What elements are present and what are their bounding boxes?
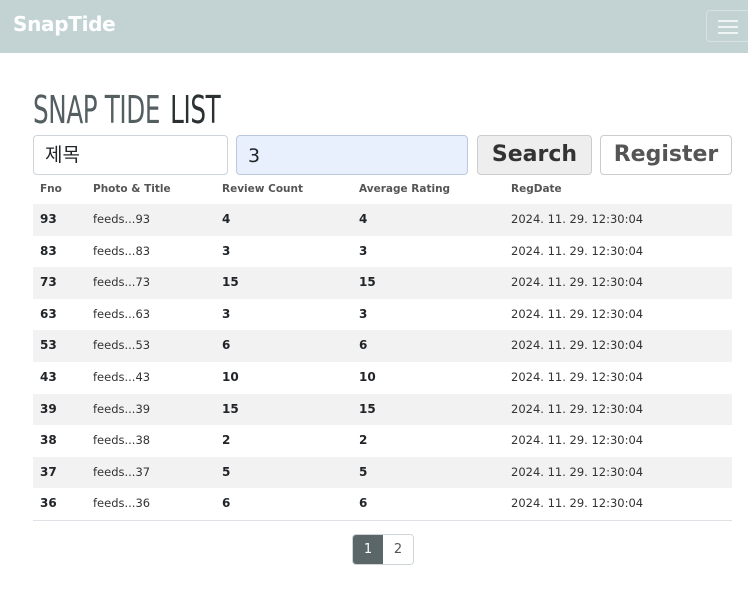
table-row[interactable]: 83 feeds...83 3 3 2024. 11. 29. 12:30:04: [33, 236, 732, 268]
cell-average-rating: 3: [359, 243, 368, 258]
feeds-table: Fno Photo & Title Review Count Average R…: [33, 181, 732, 521]
cell-fno: 39: [40, 401, 57, 416]
cell-review-count: 10: [222, 369, 239, 384]
table-row[interactable]: 43 feeds...43 10 10 2024. 11. 29. 12:30:04: [33, 362, 732, 394]
hamburger-menu-icon[interactable]: [706, 10, 748, 42]
header-title: Photo & Title: [93, 183, 171, 195]
cell-review-count: 15: [222, 275, 239, 290]
header-fno: Fno: [40, 183, 62, 195]
navbar: SnapTide: [0, 0, 748, 53]
table-row[interactable]: 37 feeds...37 5 5 2024. 11. 29. 12:30:04: [33, 456, 732, 489]
page-2-button[interactable]: 2: [383, 535, 413, 564]
cell-regdate: 2024. 11. 29. 12:30:04: [511, 496, 644, 511]
cell-title-link[interactable]: feeds...37: [93, 457, 150, 489]
table-row[interactable]: 93 feeds...93 4 4 2024. 11. 29. 12:30:04: [33, 204, 732, 236]
page-title-part2: LIST: [170, 88, 221, 132]
search-button[interactable]: Search: [477, 135, 592, 175]
register-button[interactable]: Register: [600, 135, 732, 175]
cell-average-rating: 5: [359, 464, 368, 479]
table-row[interactable]: 39 feeds...39 15 15 2024. 11. 29. 12:30:04: [33, 393, 732, 426]
header-regdate: RegDate: [511, 183, 562, 195]
pagination: 12: [352, 534, 414, 565]
page-title: SNAP TIDE LIST: [33, 88, 221, 132]
search-type-select[interactable]: 제목: [33, 135, 228, 175]
cell-fno: 83: [40, 243, 57, 258]
cell-review-count: 2: [222, 433, 231, 448]
cell-title-link[interactable]: feeds...73: [93, 267, 150, 299]
cell-title-link[interactable]: feeds...39: [93, 394, 150, 426]
cell-regdate: 2024. 11. 29. 12:30:04: [511, 369, 644, 384]
cell-review-count: 6: [222, 496, 231, 511]
header-average-rating: Average Rating: [359, 183, 451, 195]
cell-title-link[interactable]: feeds...63: [93, 299, 150, 331]
cell-average-rating: 2: [359, 433, 368, 448]
table-body: 93 feeds...93 4 4 2024. 11. 29. 12:30:04 83 fe…: [33, 204, 732, 520]
cell-average-rating: 10: [359, 369, 376, 384]
cell-review-count: 15: [222, 401, 239, 416]
cell-fno: 36: [40, 496, 57, 511]
cell-average-rating: 4: [359, 212, 368, 226]
table-row[interactable]: 73 feeds...73 15 15 2024. 11. 29. 12:30:04: [33, 267, 732, 299]
cell-average-rating: 15: [359, 401, 376, 416]
cell-title-link[interactable]: feeds...43: [93, 362, 150, 394]
cell-average-rating: 6: [359, 338, 368, 353]
cell-review-count: 3: [222, 243, 231, 258]
cell-review-count: 5: [222, 464, 231, 479]
table-divider: [33, 519, 732, 521]
table-row[interactable]: 36 feeds...36 6 6 2024. 11. 29. 12:30:04: [33, 488, 732, 520]
cell-regdate: 2024. 11. 29. 12:30:04: [511, 401, 644, 416]
cell-regdate: 2024. 11. 29. 12:30:04: [511, 212, 644, 226]
cell-average-rating: 3: [359, 306, 368, 321]
cell-fno: 53: [40, 338, 57, 353]
cell-title-link[interactable]: feeds...93: [93, 204, 150, 236]
header-review-count: Review Count: [222, 183, 304, 195]
cell-regdate: 2024. 11. 29. 12:30:04: [511, 433, 644, 448]
page-1-button[interactable]: 1: [353, 535, 383, 564]
cell-review-count: 6: [222, 338, 231, 353]
cell-title-link[interactable]: feeds...53: [93, 330, 150, 362]
cell-fno: 43: [40, 369, 57, 384]
table-row[interactable]: 38 feeds...38 2 2 2024. 11. 29. 12:30:04: [33, 425, 732, 457]
cell-regdate: 2024. 11. 29. 12:30:04: [511, 464, 644, 479]
cell-title-link[interactable]: feeds...38: [93, 425, 150, 457]
cell-regdate: 2024. 11. 29. 12:30:04: [511, 338, 644, 353]
brand-logo[interactable]: SnapTide: [13, 12, 116, 36]
cell-title-link[interactable]: feeds...83: [93, 236, 150, 268]
cell-title-link[interactable]: feeds...36: [93, 488, 150, 520]
table-row[interactable]: 63 feeds...63 3 3 2024. 11. 29. 12:30:04: [33, 299, 732, 331]
search-keyword-input[interactable]: 3: [236, 135, 468, 175]
cell-fno: 93: [40, 212, 57, 226]
cell-regdate: 2024. 11. 29. 12:30:04: [511, 275, 644, 290]
cell-fno: 38: [40, 433, 57, 448]
cell-regdate: 2024. 11. 29. 12:30:04: [511, 243, 644, 258]
cell-review-count: 3: [222, 306, 231, 321]
cell-fno: 73: [40, 275, 57, 290]
table-header: Fno Photo & Title Review Count Average R…: [33, 181, 732, 204]
cell-average-rating: 6: [359, 496, 368, 511]
cell-average-rating: 15: [359, 275, 376, 290]
cell-regdate: 2024. 11. 29. 12:30:04: [511, 306, 644, 321]
cell-fno: 37: [40, 464, 57, 479]
cell-fno: 63: [40, 306, 57, 321]
page-title-part1: SNAP TIDE: [33, 88, 161, 132]
table-row[interactable]: 53 feeds...53 6 6 2024. 11. 29. 12:30:04: [33, 330, 732, 362]
cell-review-count: 4: [222, 212, 231, 226]
